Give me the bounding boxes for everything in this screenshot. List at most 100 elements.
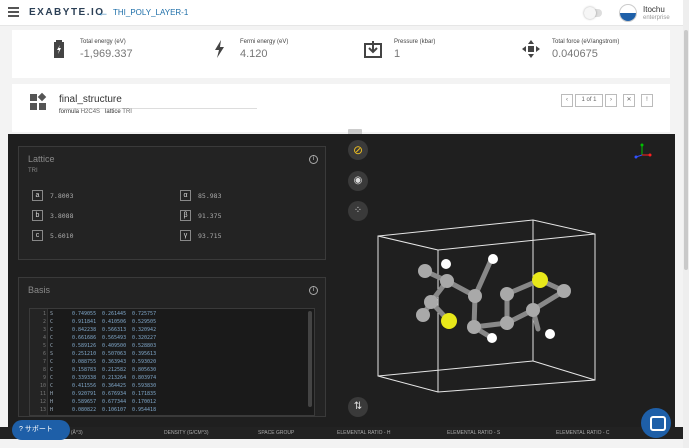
top-bar: EXABYTE.IO ← THI_POLY_LAYER-1 Itochu ent…: [0, 0, 683, 26]
scrollbar-thumb[interactable]: [684, 30, 688, 270]
basis-cell-n: 8: [42, 367, 46, 373]
basis-cell-z: 0.803974: [132, 375, 157, 381]
basis-cell-el: C: [50, 327, 54, 333]
lattice-param-symbol: c: [32, 230, 43, 241]
help-icon: ?: [19, 426, 23, 433]
carbon-atom: [416, 308, 430, 322]
basis-cell-n: 3: [42, 327, 46, 333]
page-scrollbar[interactable]: [683, 0, 689, 448]
structure-workspace: Lattice TRI i a 7.8003 b 3.8088 c 5.6010…: [8, 134, 675, 427]
basis-cell-x: 0.661686: [72, 335, 97, 341]
carbon-atom: [440, 274, 454, 288]
lattice-param-value: 93.715: [198, 232, 222, 240]
basis-cell-y: 0.676934: [102, 391, 127, 397]
menu-icon[interactable]: [8, 7, 19, 17]
job-title[interactable]: THI_POLY_LAYER-1: [113, 8, 188, 17]
lattice-param-symbol: a: [32, 190, 43, 201]
basis-cell-z: 0.725757: [132, 311, 157, 317]
hydrogen-atom: [441, 259, 451, 269]
column-header[interactable]: SPACE GROUP: [258, 430, 294, 436]
basis-cell-x: 0.911841: [72, 319, 97, 325]
basis-cell-n: 12: [39, 399, 46, 405]
chat-icon[interactable]: [641, 408, 671, 438]
lattice-param-value: 7.8003: [50, 192, 74, 200]
column-header[interactable]: DENSITY (G/CM^3): [164, 430, 208, 436]
basis-cell-z: 0.593830: [132, 383, 157, 389]
carbon-atom: [418, 264, 432, 278]
column-header[interactable]: ELEMENTAL RATIO - C: [556, 430, 610, 436]
next-page-button[interactable]: ›: [605, 94, 617, 107]
avatar[interactable]: [619, 4, 637, 22]
basis-cell-el: C: [50, 343, 54, 349]
lattice-param-value: 85.983: [198, 192, 222, 200]
basis-cell-el: S: [50, 311, 54, 317]
basis-cell-x: 0.920791: [72, 391, 97, 397]
swap-icon[interactable]: ⇅: [348, 397, 368, 417]
basis-editor[interactable]: 1 S 0.749055 0.261445 0.725757 2 C 0.911841 0.41…: [29, 308, 315, 416]
editor-scrollbar[interactable]: [308, 311, 312, 407]
basis-cell-el: C: [50, 375, 54, 381]
theme-toggle[interactable]: [584, 7, 602, 19]
basis-panel: Basis i 1 S 0.749055 0.261445 0.725757 2 C 0.91…: [18, 277, 326, 417]
support-button[interactable]: ? サポート: [12, 420, 70, 440]
basis-cell-x: 0.339338: [72, 375, 97, 381]
properties-bar: Total energy (eV) -1,969.337 Fermi energ…: [12, 30, 670, 78]
info-icon[interactable]: i: [309, 155, 318, 164]
sulfur-atom: [441, 313, 457, 329]
basis-cell-y: 0.677344: [102, 399, 127, 405]
basis-cell-z: 0.170012: [132, 399, 157, 405]
hydrogen-atom: [487, 333, 497, 343]
back-arrow-icon[interactable]: ←: [97, 5, 109, 19]
carbon-atom: [424, 295, 438, 309]
sulfur-atom: [532, 272, 548, 288]
structure-bar: final_structure formula H2C4S lattice TR…: [12, 84, 670, 132]
basis-title: Basis: [28, 285, 51, 295]
support-label: サポート: [24, 426, 53, 433]
basis-cell-x: 0.411556: [72, 383, 97, 389]
formula-label: formula: [59, 109, 80, 115]
basis-cell-el: C: [50, 335, 54, 341]
property-label: Fermi energy (eV): [240, 39, 289, 45]
basis-cell-y: 0.364425: [102, 383, 127, 389]
pressure-icon: [364, 40, 382, 58]
info-icon[interactable]: i: [309, 286, 318, 295]
unit-cell: [377, 219, 596, 393]
basis-cell-el: H: [50, 391, 54, 397]
column-header[interactable]: ELEMENTAL RATIO - S: [447, 430, 500, 436]
basis-cell-n: 4: [42, 335, 46, 341]
basis-cell-el: C: [50, 383, 54, 389]
carbon-atom: [557, 284, 571, 298]
structure-3d-viewer[interactable]: [368, 204, 608, 404]
basis-cell-x: 0.088755: [72, 359, 97, 365]
basis-cell-el: H: [50, 407, 54, 413]
property-value: -1,969.337: [80, 48, 133, 60]
logo[interactable]: EXABYTE.IO: [29, 7, 105, 18]
atoms-icon[interactable]: ⁘: [348, 201, 368, 221]
lattice-param-value: 3.8088: [50, 212, 74, 220]
battery-icon: [50, 40, 68, 58]
user-name[interactable]: Itochu: [643, 5, 665, 14]
basis-cell-z: 0.395613: [132, 351, 157, 357]
basis-cell-y: 0.213264: [102, 375, 127, 381]
lattice-param-value: 91.375: [198, 212, 222, 220]
prev-page-button[interactable]: ‹: [561, 94, 573, 107]
disable-icon[interactable]: ⊘: [348, 140, 368, 160]
alert-icon[interactable]: !: [641, 94, 653, 107]
close-icon[interactable]: ✕: [623, 94, 635, 107]
eye-icon[interactable]: ◉: [348, 171, 368, 191]
axes-icon: [634, 143, 652, 159]
basis-cell-z: 0.320942: [132, 327, 157, 333]
basis-cell-n: 5: [42, 343, 46, 349]
basis-cell-y: 0.566313: [102, 327, 127, 333]
carbon-atom: [467, 320, 481, 334]
lattice-panel: Lattice TRI i a 7.8003 b 3.8088 c 5.6010…: [18, 146, 326, 260]
basis-cell-z: 0.954418: [132, 407, 157, 413]
column-header[interactable]: ELEMENTAL RATIO - H: [337, 430, 391, 436]
basis-cell-y: 0.261445: [102, 311, 127, 317]
lattice-value: TRI: [122, 109, 132, 115]
basis-cell-n: 9: [42, 375, 46, 381]
basis-cell-el: S: [50, 351, 54, 357]
hydrogen-atom: [545, 329, 555, 339]
basis-cell-z: 0.529505: [132, 319, 157, 325]
basis-cell-x: 0.251210: [72, 351, 97, 357]
